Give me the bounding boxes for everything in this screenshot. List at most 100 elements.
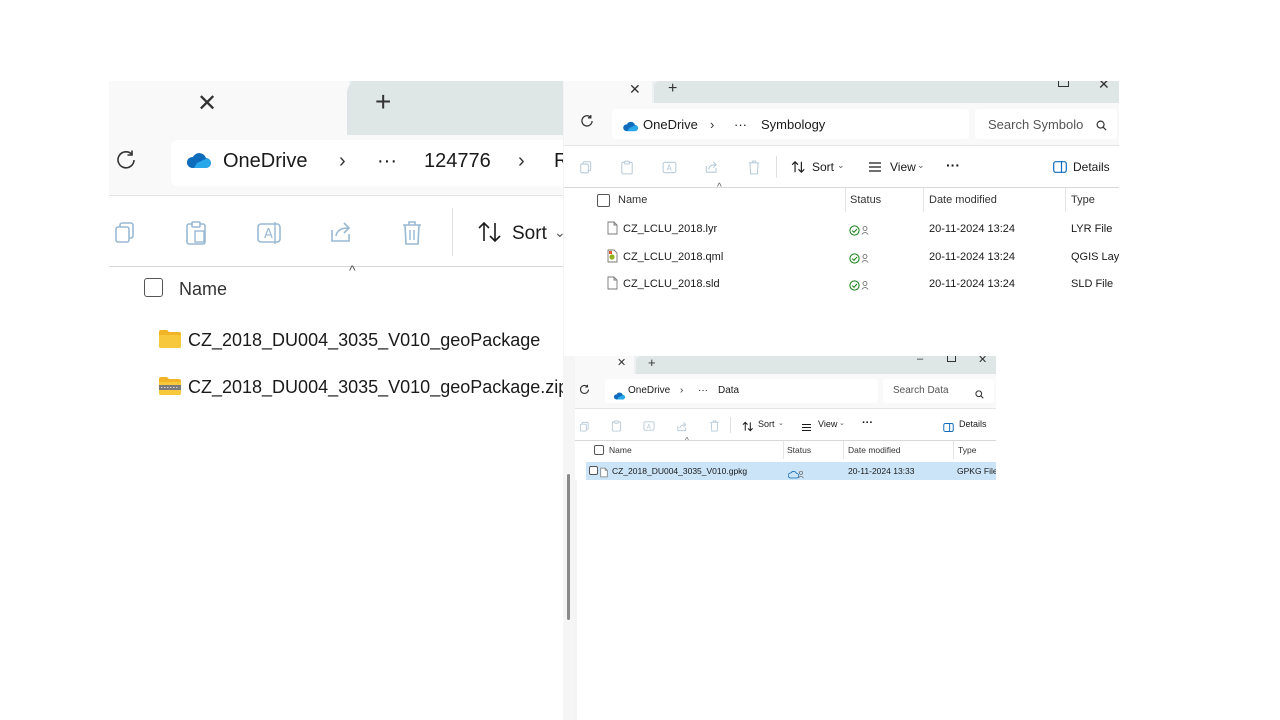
column-header-date-modified[interactable]: Date modified	[929, 194, 997, 206]
column-header-name[interactable]: Name	[179, 279, 227, 300]
view-icon[interactable]	[801, 419, 812, 437]
sort-icon[interactable]	[742, 419, 754, 437]
breadcrumb-ellipsis[interactable]: ···	[734, 117, 747, 132]
address-bar[interactable]: OneDrive › ··· Symbology	[612, 109, 969, 139]
refresh-icon[interactable]	[115, 149, 137, 177]
select-all-checkbox[interactable]	[597, 194, 610, 207]
refresh-icon[interactable]	[579, 384, 590, 398]
share-icon[interactable]	[328, 220, 354, 249]
more-options-button[interactable]: ···	[862, 417, 873, 429]
qgis-file-icon	[607, 249, 618, 268]
column-divider	[845, 188, 846, 212]
chevron-down-icon: ⌄	[917, 160, 925, 170]
sort-caret-icon: ^	[349, 262, 356, 278]
close-window-icon[interactable]: ✕	[978, 356, 987, 366]
address-bar[interactable]: OneDrive › ··· 124776 › R	[171, 140, 564, 186]
close-tab-icon[interactable]: ✕	[629, 81, 641, 98]
view-button[interactable]: View	[818, 419, 837, 429]
search-input[interactable]: Search Symbolo	[975, 109, 1117, 139]
table-row-selected[interactable]: CZ_2018_DU004_3035_V010.gpkg 20-11-2024 …	[586, 462, 996, 480]
sort-icon[interactable]	[791, 160, 806, 179]
rename-icon[interactable]: A	[662, 160, 677, 180]
column-header-date-modified[interactable]: Date modified	[848, 445, 900, 455]
svg-text:A: A	[264, 227, 273, 242]
close-tab-icon[interactable]: ✕	[617, 356, 626, 369]
paste-icon[interactable]	[184, 220, 208, 251]
list-item[interactable]: CZ_2018_DU004_3035_V010_geoPackage	[157, 326, 557, 356]
table-row[interactable]: CZ_LCLU_2018.lyr 20-11-2024 13:24 LYR Fi…	[564, 216, 1119, 243]
select-all-checkbox[interactable]	[144, 278, 163, 297]
new-tab-button[interactable]: +	[668, 81, 677, 98]
table-row[interactable]: CZ_LCLU_2018.sld 20-11-2024 13:24 SLD Fi…	[564, 271, 1119, 298]
column-header-name[interactable]: Name	[618, 194, 647, 206]
chevron-right-icon: ›	[710, 117, 715, 132]
breadcrumb-ellipsis[interactable]: ···	[377, 150, 397, 173]
search-icon	[1096, 118, 1107, 136]
row-checkbox[interactable]	[589, 466, 598, 475]
search-icon	[975, 386, 984, 404]
maximize-icon[interactable]	[947, 356, 956, 362]
header-divider	[109, 266, 564, 267]
breadcrumb-current[interactable]: Symbology	[761, 117, 825, 132]
breadcrumb-ellipsis[interactable]: ···	[698, 385, 708, 396]
column-divider	[923, 188, 924, 212]
column-header-name[interactable]: Name	[609, 445, 632, 455]
close-tab-icon[interactable]: ✕	[197, 89, 217, 118]
breadcrumb-onedrive[interactable]: OneDrive	[628, 385, 670, 396]
breadcrumb-onedrive[interactable]: OneDrive	[223, 150, 307, 173]
rename-icon[interactable]: A	[256, 220, 282, 251]
delete-icon[interactable]	[747, 160, 761, 180]
sort-icon[interactable]	[477, 220, 503, 249]
maximize-icon[interactable]	[1058, 81, 1069, 87]
svg-text:A: A	[647, 423, 652, 430]
close-window-icon[interactable]: ✕	[1098, 81, 1110, 93]
new-tab-button[interactable]: +	[648, 356, 656, 370]
column-header-type[interactable]: Type	[958, 445, 976, 455]
copy-icon[interactable]	[113, 220, 137, 249]
paste-icon[interactable]	[611, 419, 622, 437]
file-type: LYR File	[1071, 223, 1113, 235]
file-name: CZ_LCLU_2018.lyr	[623, 223, 718, 235]
view-icon[interactable]	[868, 160, 882, 178]
select-all-checkbox[interactable]	[594, 445, 604, 455]
scrollbar-thumb[interactable]	[567, 474, 570, 620]
sort-button[interactable]: Sort	[758, 419, 775, 429]
table-row[interactable]: CZ_LCLU_2018.qml 20-11-2024 13:24 QGIS L…	[564, 244, 1119, 271]
command-bar: A Sort ⌄ View ⌄ ··· Details	[564, 145, 1119, 188]
share-icon[interactable]	[676, 419, 688, 437]
sort-button[interactable]: Sort	[512, 223, 547, 245]
column-header-type[interactable]: Type	[1071, 194, 1095, 206]
address-bar[interactable]: OneDrive › ··· Data	[605, 379, 878, 403]
breadcrumb-onedrive[interactable]: OneDrive	[643, 117, 698, 132]
view-button[interactable]: View	[890, 160, 916, 174]
delete-icon[interactable]	[400, 220, 424, 251]
file-name: CZ_2018_DU004_3035_V010.gpkg	[612, 466, 748, 476]
search-input[interactable]: Search Data	[883, 379, 994, 403]
sort-button[interactable]: Sort	[812, 160, 834, 174]
copy-icon[interactable]	[579, 160, 593, 179]
refresh-icon[interactable]	[580, 114, 594, 131]
paste-icon[interactable]	[620, 160, 634, 180]
delete-icon[interactable]	[709, 419, 720, 437]
share-icon[interactable]	[704, 160, 719, 179]
breadcrumb-current[interactable]: Data	[718, 385, 739, 396]
rename-icon[interactable]: A	[643, 419, 655, 437]
vertical-scrollbar[interactable]	[563, 356, 575, 720]
file-type: GPKG File	[957, 466, 996, 476]
active-tab[interactable]: ✕	[564, 81, 652, 103]
details-button[interactable]: Details	[1073, 160, 1110, 174]
list-item[interactable]: CZ_2018_DU004_3035_V010_geoPackage.zip	[157, 373, 564, 403]
new-tab-button[interactable]: +	[375, 86, 391, 118]
minimize-icon[interactable]: –	[917, 356, 923, 365]
copy-icon[interactable]	[579, 419, 590, 437]
column-header-status[interactable]: Status	[850, 194, 881, 206]
breadcrumb-folder[interactable]: 124776	[424, 150, 491, 173]
column-header-status[interactable]: Status	[787, 445, 811, 455]
active-tab[interactable]: ✕	[109, 81, 349, 135]
file-explorer-window-data: ✕ + – ✕ OneDrive › ··· Data Search Data	[564, 356, 996, 480]
more-options-button[interactable]: ···	[946, 157, 960, 173]
file-icon	[607, 221, 618, 240]
details-pane-icon[interactable]	[1053, 160, 1067, 178]
details-pane-icon[interactable]	[943, 419, 954, 437]
details-button[interactable]: Details	[959, 419, 987, 429]
